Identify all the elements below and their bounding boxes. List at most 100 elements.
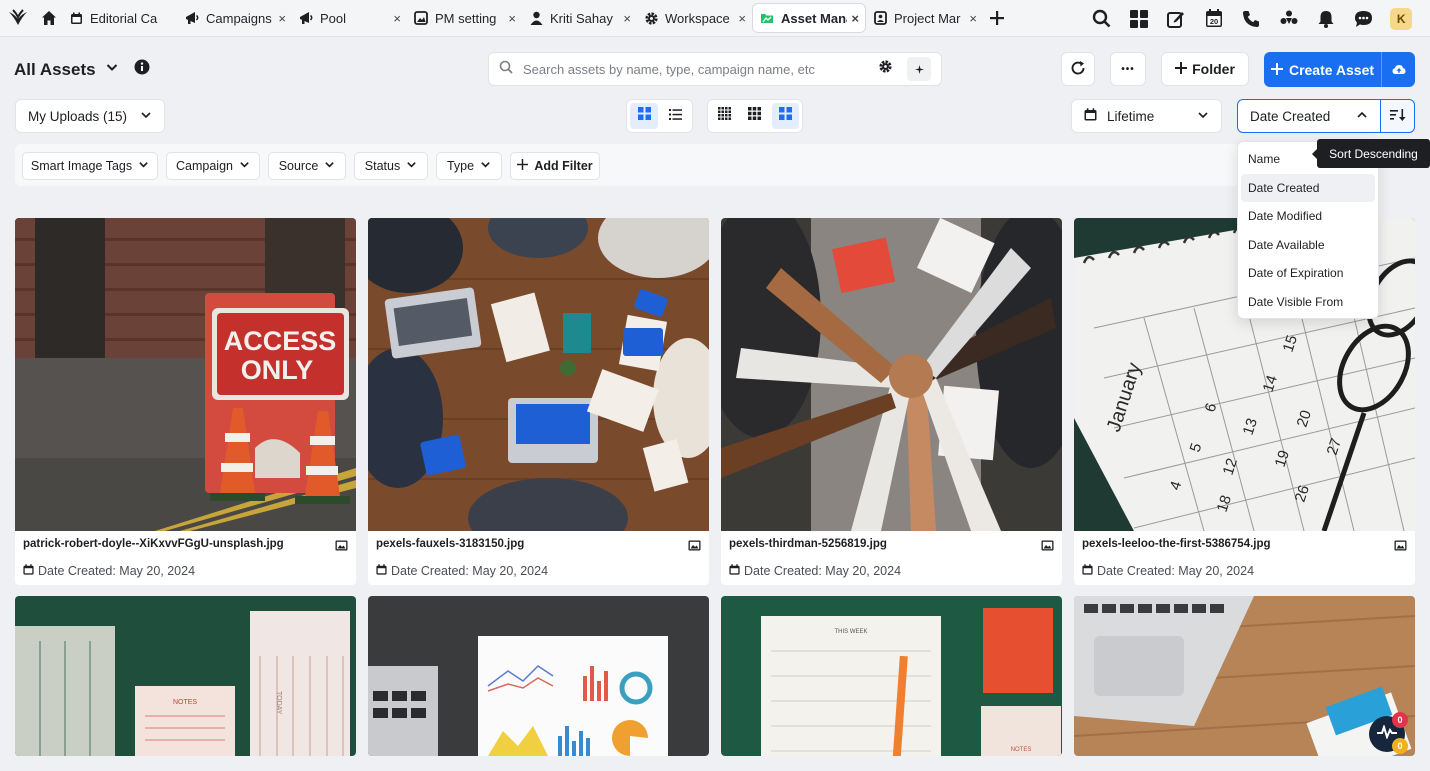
close-icon[interactable]: ×	[508, 11, 516, 26]
asset-thumbnail[interactable]: THIS WEEK NOTES TODAY	[15, 596, 356, 756]
notes-label: NOTES	[173, 699, 197, 706]
density-small-button[interactable]	[711, 103, 738, 129]
chevron-up-icon	[1356, 109, 1368, 124]
chevron-down-icon	[406, 159, 417, 173]
density-large-button[interactable]	[771, 103, 799, 129]
cloud-upload-button[interactable]	[1381, 52, 1415, 87]
calendar-day-number: 20	[1210, 17, 1218, 26]
close-icon[interactable]: ×	[623, 11, 631, 26]
create-asset-button[interactable]: Create Asset	[1264, 52, 1381, 87]
grid-view-button[interactable]	[630, 103, 658, 129]
home-icon[interactable]	[36, 0, 62, 37]
filter-type[interactable]: Type	[436, 152, 502, 180]
chevron-down-icon[interactable]	[104, 59, 120, 80]
sort-option-date-modified[interactable]: Date Modified	[1241, 202, 1375, 231]
asset-card[interactable]	[1074, 596, 1415, 756]
cloud-upload-icon	[1392, 62, 1406, 78]
tab-pm-settings[interactable]: PM setting ×	[407, 3, 522, 33]
asset-card[interactable]: ACCESS ONLY patrick-robert-doyle--XiKxvv…	[15, 218, 356, 585]
add-filter-button[interactable]: Add Filter	[510, 152, 600, 180]
plus-icon	[1175, 61, 1188, 77]
uploads-dropdown[interactable]: My Uploads (15)	[15, 99, 165, 133]
asset-card[interactable]: THIS WEEK NOTES	[721, 596, 1062, 756]
filter-source[interactable]: Source	[268, 152, 346, 180]
tab-kriti-sahay[interactable]: Kriti Sahay ×	[522, 3, 637, 33]
sort-option-date-created[interactable]: Date Created	[1241, 173, 1375, 202]
asset-card[interactable]	[368, 596, 709, 756]
filter-campaign[interactable]: Campaign	[166, 152, 260, 180]
refresh-button[interactable]	[1061, 52, 1095, 86]
tab-project-management[interactable]: Project Mar ×	[866, 3, 983, 33]
asset-file-name[interactable]: pexels-fauxels-3183150.jpg	[376, 538, 676, 550]
gear-icon	[643, 10, 659, 26]
close-icon[interactable]: ×	[738, 11, 746, 26]
sign-text-line1: ACCESS	[224, 326, 337, 356]
new-tab-plus-icon[interactable]	[983, 3, 1011, 33]
tab-label: Kriti Sahay	[550, 10, 613, 26]
tab-asset-management[interactable]: Asset Mana ×	[752, 3, 866, 33]
asset-card[interactable]: pexels-thirdman-5256819.jpg Date Created…	[721, 218, 1062, 585]
asset-file-name[interactable]: pexels-thirdman-5256819.jpg	[729, 538, 1029, 550]
tab-workspace[interactable]: Workspace ×	[637, 3, 752, 33]
asset-file-name[interactable]: pexels-leeloo-the-first-5386754.jpg	[1082, 538, 1382, 550]
notes-label: NOTES	[1011, 747, 1032, 753]
calendar-icon	[23, 564, 34, 578]
tab-label: Asset Mana	[781, 10, 848, 26]
sort-direction-button[interactable]	[1380, 99, 1415, 133]
asset-thumbnail[interactable]	[368, 596, 709, 756]
user-avatar[interactable]: K	[1383, 0, 1421, 37]
grid-3x3-icon	[748, 107, 762, 125]
tab-pool[interactable]: Pool ×	[292, 3, 407, 33]
asset-card[interactable]: THIS WEEK NOTES TODAY	[15, 596, 356, 756]
asset-thumbnail[interactable]	[721, 218, 1062, 531]
list-view-button[interactable]	[661, 103, 689, 129]
ai-sparkle-icon[interactable]	[907, 57, 931, 81]
asset-thumbnail[interactable]: ACCESS ONLY	[15, 218, 356, 531]
sort-field-dropdown[interactable]: Date Created	[1237, 99, 1381, 133]
asset-file-name[interactable]: patrick-robert-doyle--XiKxvvFGgU-unsplas…	[23, 538, 323, 550]
more-options-button[interactable]: •••	[1110, 52, 1146, 86]
megaphone-icon	[298, 10, 314, 26]
asset-card[interactable]: pexels-fauxels-3183150.jpg Date Created:…	[368, 218, 709, 585]
asset-thumbnail[interactable]: THIS WEEK NOTES	[721, 596, 1062, 756]
asset-date-created: Date Created: May 20, 2024	[1097, 564, 1255, 578]
density-medium-button[interactable]	[741, 103, 768, 129]
filter-label: Source	[278, 159, 319, 173]
note-text: TODAY	[275, 691, 282, 715]
sort-option-date-of-expiration[interactable]: Date of Expiration	[1241, 259, 1375, 288]
sort-option-date-available[interactable]: Date Available	[1241, 231, 1375, 260]
close-icon[interactable]: ×	[278, 11, 286, 26]
asset-date-row: Date Created: May 20, 2024	[376, 564, 701, 578]
apps-grid-icon[interactable]	[1120, 0, 1158, 37]
sort-option-date-visible-from[interactable]: Date Visible From	[1241, 288, 1375, 317]
add-folder-button[interactable]: Folder	[1161, 52, 1249, 86]
close-icon[interactable]: ×	[969, 11, 977, 26]
create-asset-label: Create Asset	[1288, 61, 1375, 78]
brand-logo-icon[interactable]	[0, 0, 36, 37]
calendar-day-icon[interactable]: 20	[1195, 0, 1233, 37]
close-icon[interactable]: ×	[393, 11, 401, 26]
chevron-down-icon	[239, 159, 250, 173]
search-input[interactable]	[523, 61, 878, 77]
bell-icon[interactable]	[1308, 0, 1346, 37]
view-toggle	[626, 99, 693, 133]
info-icon[interactable]	[134, 59, 150, 80]
image-type-icon	[1394, 538, 1407, 556]
asset-thumbnail[interactable]	[368, 218, 709, 531]
tab-editorial-calendar[interactable]: Editorial Ca	[62, 3, 178, 33]
lifetime-dropdown[interactable]: Lifetime	[1071, 99, 1222, 133]
filter-smart-image-tags[interactable]: Smart Image Tags	[22, 152, 158, 180]
search-settings-gear-icon[interactable]	[878, 59, 893, 79]
filter-status[interactable]: Status	[354, 152, 428, 180]
chat-icon[interactable]	[1345, 0, 1383, 37]
tab-campaigns[interactable]: Campaigns ×	[178, 3, 292, 33]
community-icon[interactable]	[1270, 0, 1308, 37]
search-icon[interactable]	[1083, 0, 1121, 37]
image-settings-icon	[413, 10, 429, 26]
close-icon[interactable]: ×	[851, 11, 859, 26]
phone-icon[interactable]	[1233, 0, 1271, 37]
page-title: All Assets	[14, 59, 96, 79]
asset-thumbnail[interactable]	[1074, 596, 1415, 756]
compose-icon[interactable]	[1158, 0, 1196, 37]
uploads-dropdown-label: My Uploads (15)	[28, 108, 128, 124]
